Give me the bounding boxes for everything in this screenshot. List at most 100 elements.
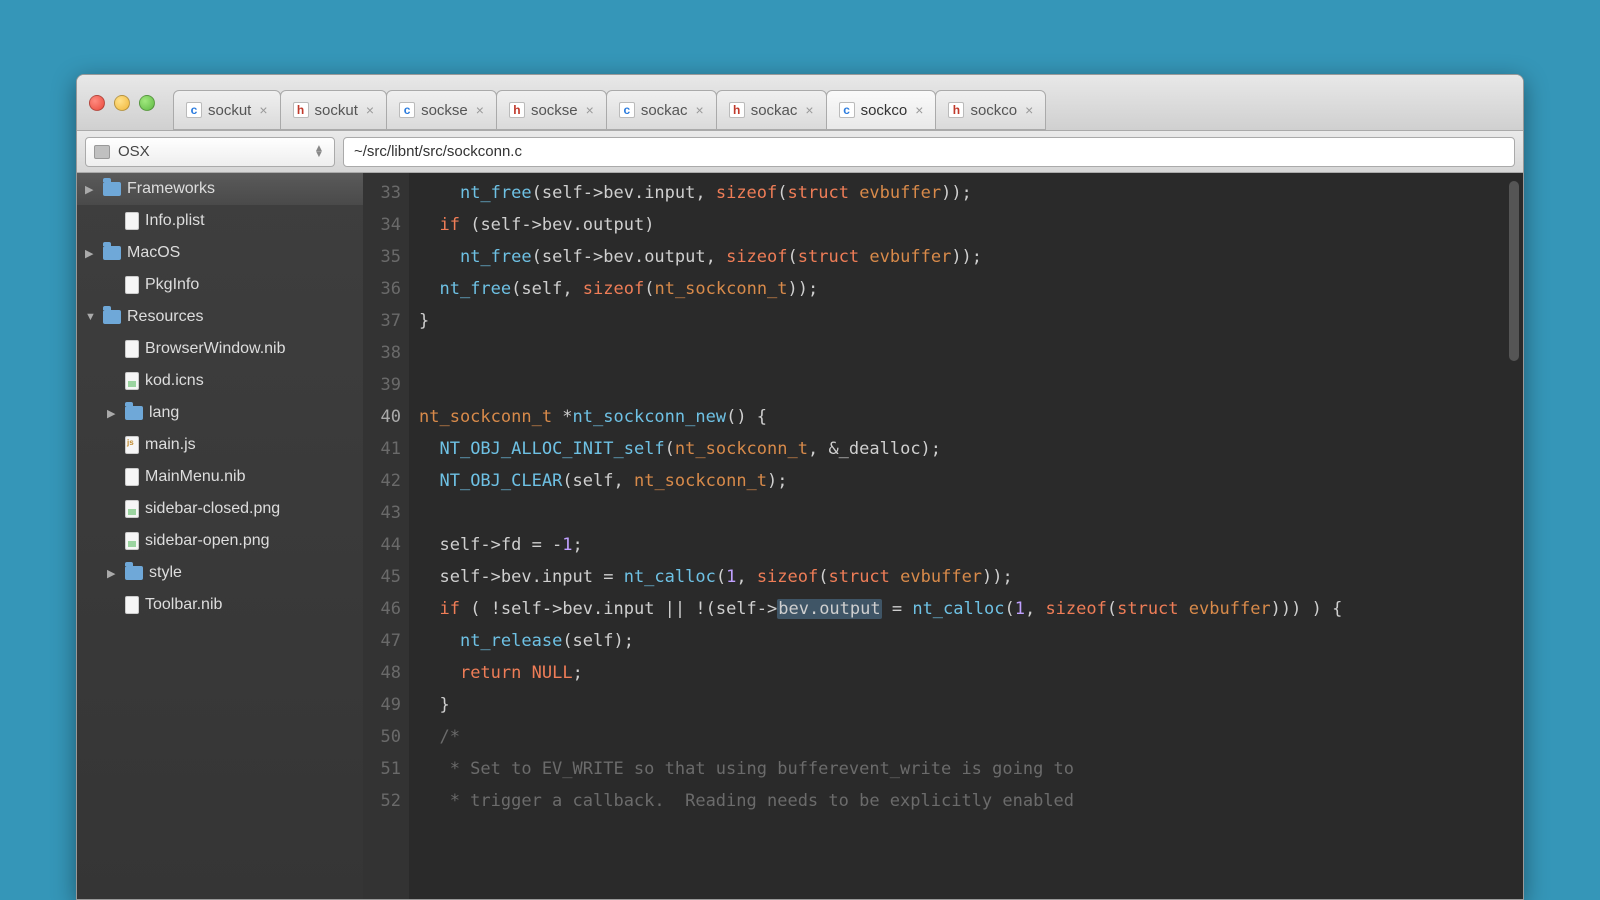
tree-node-sidebar-open-png[interactable]: sidebar-open.png — [77, 525, 363, 557]
line-number: 46 — [363, 593, 401, 625]
tab-sockco-h[interactable]: hsockco× — [935, 90, 1046, 130]
line-gutter: 3334353637383940414243444546474849505152 — [363, 173, 409, 899]
tree-node-info-plist[interactable]: Info.plist — [77, 205, 363, 237]
close-icon[interactable]: × — [259, 102, 267, 118]
zoom-window-button[interactable] — [139, 95, 155, 111]
code-line[interactable]: NT_OBJ_CLEAR(self, nt_sockconn_t); — [419, 465, 1523, 497]
code-line[interactable]: nt_sockconn_t *nt_sockconn_new() { — [419, 401, 1523, 433]
file-tree[interactable]: ▶FrameworksInfo.plist▶MacOSPkgInfo▼Resou… — [77, 173, 363, 899]
tree-node-style[interactable]: ▶ style — [77, 557, 363, 589]
close-icon[interactable]: × — [805, 102, 813, 118]
code-line[interactable] — [419, 497, 1523, 529]
code-line[interactable]: return NULL; — [419, 657, 1523, 689]
line-number: 50 — [363, 721, 401, 753]
line-number: 45 — [363, 561, 401, 593]
line-number: 40 — [363, 401, 401, 433]
tree-node-sidebar-closed-png[interactable]: sidebar-closed.png — [77, 493, 363, 525]
project-selector[interactable]: OSX ▲▼ — [85, 137, 335, 167]
disclosure-icon: ▶ — [85, 183, 97, 196]
folder-icon — [103, 310, 121, 324]
code-line[interactable] — [419, 369, 1523, 401]
line-number: 52 — [363, 785, 401, 817]
code-line[interactable]: } — [419, 305, 1523, 337]
toolbar: OSX ▲▼ ~/src/libnt/src/sockconn.c — [77, 131, 1523, 173]
code-line[interactable]: /* — [419, 721, 1523, 753]
code-line[interactable]: if (self->bev.output) — [419, 209, 1523, 241]
tree-label: Info.plist — [145, 212, 205, 230]
tree-node-browserwindow-nib[interactable]: BrowserWindow.nib — [77, 333, 363, 365]
tree-node-toolbar-nib[interactable]: Toolbar.nib — [77, 589, 363, 621]
code-area[interactable]: nt_free(self->bev.input, sizeof(struct e… — [409, 173, 1523, 899]
line-number: 36 — [363, 273, 401, 305]
code-line[interactable]: NT_OBJ_ALLOC_INIT_self(nt_sockconn_t, &_… — [419, 433, 1523, 465]
tree-node-pkginfo[interactable]: PkgInfo — [77, 269, 363, 301]
editor-window: csockut×hsockut×csockse×hsockse×csockac×… — [76, 74, 1524, 900]
line-number: 43 — [363, 497, 401, 529]
tree-node-resources[interactable]: ▼Resources — [77, 301, 363, 333]
line-number: 42 — [363, 465, 401, 497]
close-icon[interactable]: × — [915, 102, 923, 118]
tree-label: MacOS — [127, 244, 180, 262]
tab-label: sockac — [641, 102, 688, 119]
file-c-icon: c — [619, 102, 635, 118]
body: ▶FrameworksInfo.plist▶MacOSPkgInfo▼Resou… — [77, 173, 1523, 899]
code-line[interactable]: nt_free(self->bev.input, sizeof(struct e… — [419, 177, 1523, 209]
tree-node-kod-icns[interactable]: kod.icns — [77, 365, 363, 397]
tree-node-macos[interactable]: ▶MacOS — [77, 237, 363, 269]
close-window-button[interactable] — [89, 95, 105, 111]
path-field[interactable]: ~/src/libnt/src/sockconn.c — [343, 137, 1515, 167]
file-icon — [125, 596, 139, 614]
folder-icon — [103, 246, 121, 260]
code-line[interactable]: * Set to EV_WRITE so that using bufferev… — [419, 753, 1523, 785]
code-line[interactable]: nt_release(self); — [419, 625, 1523, 657]
disclosure-icon: ▶ — [107, 567, 119, 580]
code-line[interactable]: } — [419, 689, 1523, 721]
code-line[interactable]: self->fd = -1; — [419, 529, 1523, 561]
line-number: 39 — [363, 369, 401, 401]
line-number: 33 — [363, 177, 401, 209]
tree-label: style — [149, 564, 182, 582]
code-editor[interactable]: 3334353637383940414243444546474849505152… — [363, 173, 1523, 899]
tab-sockut-c[interactable]: csockut× — [173, 90, 281, 130]
tab-label: sockac — [751, 102, 798, 119]
line-number: 51 — [363, 753, 401, 785]
tree-node-mainmenu-nib[interactable]: MainMenu.nib — [77, 461, 363, 493]
line-number: 34 — [363, 209, 401, 241]
file-icon — [125, 340, 139, 358]
close-icon[interactable]: × — [476, 102, 484, 118]
minimize-window-button[interactable] — [114, 95, 130, 111]
tab-sockac-c[interactable]: csockac × — [606, 90, 717, 130]
tab-sockac-h[interactable]: hsockac × — [716, 90, 827, 130]
close-icon[interactable]: × — [696, 102, 704, 118]
tree-label: MainMenu.nib — [145, 468, 246, 486]
close-icon[interactable]: × — [1025, 102, 1033, 118]
close-icon[interactable]: × — [366, 102, 374, 118]
code-line[interactable]: if ( !self->bev.input || !(self->bev.out… — [419, 593, 1523, 625]
close-icon[interactable]: × — [586, 102, 594, 118]
file-icon — [125, 372, 139, 390]
line-number: 37 — [363, 305, 401, 337]
file-c-icon: c — [399, 102, 415, 118]
stepper-icon: ▲▼ — [312, 146, 326, 158]
tree-node-frameworks[interactable]: ▶Frameworks — [77, 173, 363, 205]
file-icon — [125, 276, 139, 294]
scrollbar[interactable] — [1509, 181, 1519, 361]
tab-sockut-h[interactable]: hsockut × — [280, 90, 388, 130]
tab-sockco-c[interactable]: csockco× — [826, 90, 937, 130]
tree-label: sidebar-closed.png — [145, 500, 280, 518]
tab-label: sockco — [970, 102, 1017, 119]
tree-node-main-js[interactable]: main.js — [77, 429, 363, 461]
tree-node-lang[interactable]: ▶lang — [77, 397, 363, 429]
code-line[interactable]: self->bev.input = nt_calloc(1, sizeof(st… — [419, 561, 1523, 593]
tab-sockse-c[interactable]: csockse× — [386, 90, 497, 130]
code-line[interactable]: nt_free(self, sizeof(nt_sockconn_t)); — [419, 273, 1523, 305]
tab-label: sockut — [208, 102, 251, 119]
tab-label: sockut — [315, 102, 358, 119]
code-line[interactable]: * trigger a callback. Reading needs to b… — [419, 785, 1523, 817]
code-line[interactable]: nt_free(self->bev.output, sizeof(struct … — [419, 241, 1523, 273]
tab-sockse-h[interactable]: hsockse× — [496, 90, 607, 130]
file-h-icon: h — [293, 102, 309, 118]
file-h-icon: h — [729, 102, 745, 118]
code-line[interactable] — [419, 337, 1523, 369]
disclosure-icon: ▶ — [107, 407, 119, 420]
